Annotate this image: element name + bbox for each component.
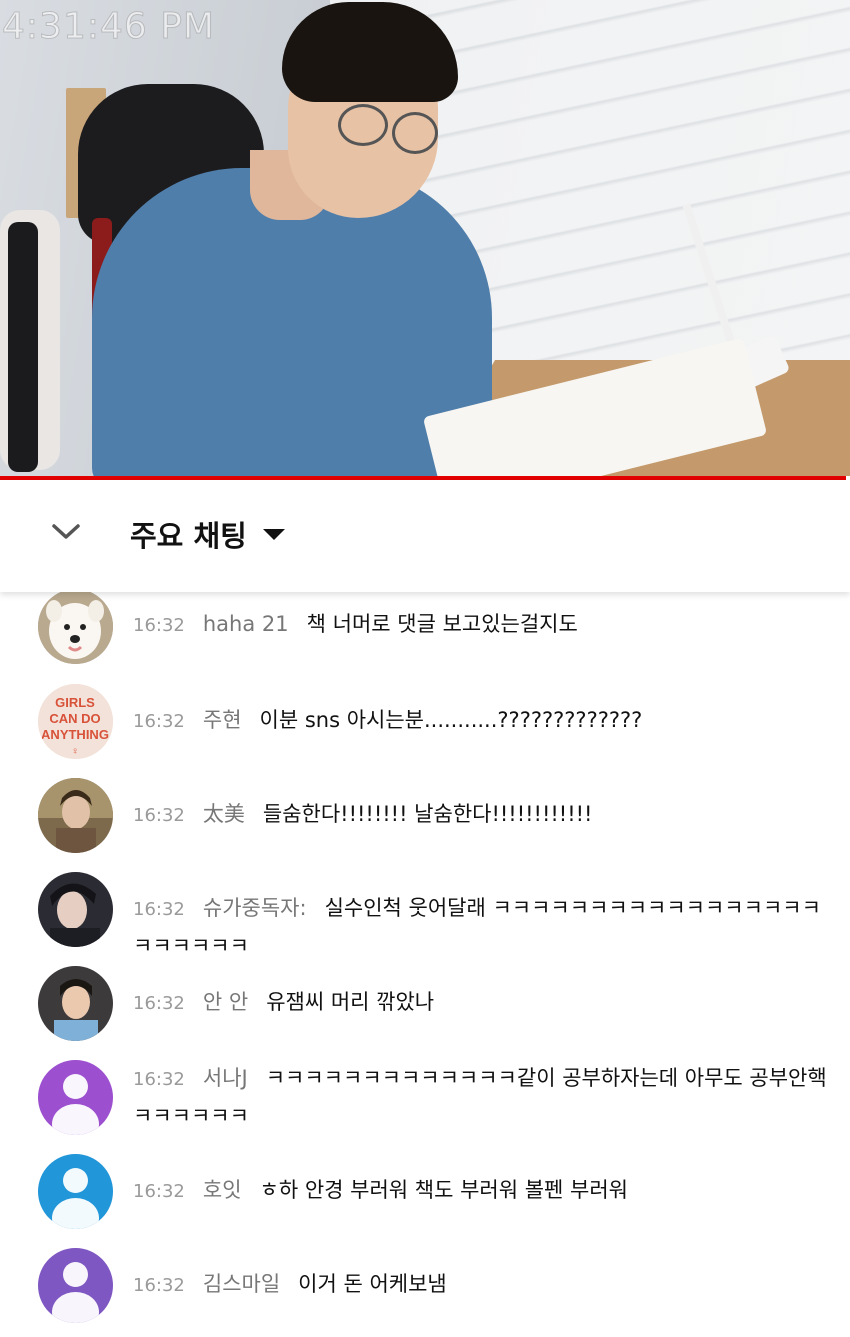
message-author[interactable]: 太美: [203, 802, 245, 826]
message-line: 16:32 서나J ㅋㅋㅋㅋㅋㅋㅋㅋㅋㅋㅋㅋㅋ같이 공부하자는데 아무도 공부안핵ㅋ…: [133, 1060, 830, 1135]
message-time: 16:32: [133, 993, 185, 1014]
message-text: ㅎ하 안경 부러워 책도 부러워 볼펜 부러워: [259, 1178, 629, 1202]
message-text: 이거 돈 어케보냄: [298, 1272, 447, 1296]
chair-arm: [8, 222, 38, 472]
message-line: 16:32 太美 들숨한다!!!!!!!! 날숨한다!!!!!!!!!!!!: [133, 796, 830, 834]
message-time: 16:32: [133, 1181, 185, 1202]
message-line: 16:32 주현 이분 sns 아시는분...........???????????…: [133, 702, 830, 740]
default-user-shoulders: [52, 1292, 99, 1323]
svg-text:GIRLS: GIRLS: [55, 695, 95, 710]
person-photo-icon: [38, 966, 113, 1041]
chat-message: GIRLS CAN DO ANYTHING ♀ 16:32 주현 이분 sns 아시…: [0, 684, 850, 778]
chat-title: 주요 채팅: [130, 519, 247, 553]
message-time: 16:32: [133, 899, 185, 920]
person-photo-icon: [38, 872, 113, 947]
avatar[interactable]: [38, 1060, 113, 1135]
chat-message: 16:32 太美 들숨한다!!!!!!!! 날숨한다!!!!!!!!!!!!: [0, 778, 850, 872]
message-author[interactable]: 김스마일: [203, 1272, 280, 1296]
default-user-icon: [63, 1262, 88, 1287]
person-photo-icon: [38, 778, 113, 853]
chat-header: 주요 채팅: [0, 480, 850, 592]
glasses-left-lens: [338, 104, 388, 146]
avatar[interactable]: [38, 1248, 113, 1323]
svg-text:ANYTHING: ANYTHING: [41, 727, 109, 742]
message-author[interactable]: 주현: [203, 708, 242, 732]
message-author[interactable]: 서나J: [203, 1066, 248, 1090]
message-text: 이분 sns 아시는분...........?????????????: [259, 708, 643, 732]
message-author[interactable]: 호잇: [203, 1178, 242, 1202]
message-author[interactable]: 안 안: [203, 990, 248, 1014]
glasses-right-lens: [392, 112, 438, 154]
message-time: 16:32: [133, 1069, 185, 1090]
caret-down-icon: [262, 528, 285, 540]
svg-text:CAN DO: CAN DO: [49, 711, 100, 726]
video-clock-overlay: 4:31:46 PM: [2, 6, 215, 48]
message-text: 책 너머로 댓글 보고있는걸지도: [306, 612, 578, 636]
default-user-shoulders: [52, 1198, 99, 1229]
message-line: 16:32 haha 21 책 너머로 댓글 보고있는걸지도: [133, 606, 830, 644]
chevron-down-icon: [52, 524, 80, 539]
avatar[interactable]: [38, 592, 113, 664]
avatar[interactable]: [38, 778, 113, 853]
girls-can-do-anything-logo: GIRLS CAN DO ANYTHING ♀: [38, 684, 113, 759]
default-user-icon: [63, 1074, 88, 1099]
message-text: 유잼씨 머리 깎았나: [266, 990, 435, 1014]
chat-message: 16:32 서나J ㅋㅋㅋㅋㅋㅋㅋㅋㅋㅋㅋㅋㅋ같이 공부하자는데 아무도 공부안핵ㅋ…: [0, 1060, 850, 1154]
avatar[interactable]: GIRLS CAN DO ANYTHING ♀: [38, 684, 113, 759]
default-user-shoulders: [52, 1104, 99, 1135]
default-user-icon: [63, 1168, 88, 1193]
message-text: 들숨한다!!!!!!!! 날숨한다!!!!!!!!!!!!: [262, 802, 593, 826]
chat-message: 16:32 슈가중독자: 실수인척 웃어달래 ㅋㅋㅋㅋㅋㅋㅋㅋㅋㅋㅋㅋㅋㅋㅋㅋㅋㅋㅋ…: [0, 872, 850, 966]
chat-message: 16:32 김스마일 이거 돈 어케보냄: [0, 1248, 850, 1337]
chat-message: 16:32 호잇 ㅎ하 안경 부러워 책도 부러워 볼펜 부러워: [0, 1154, 850, 1248]
chat-message-list[interactable]: 16:32 haha 21 책 너머로 댓글 보고있는걸지도 GIRLS CAN D…: [0, 592, 850, 1337]
samoyed-dog-icon: [38, 592, 113, 664]
collapse-chat-button[interactable]: [38, 502, 94, 558]
svg-text:♀: ♀: [71, 746, 79, 757]
message-author[interactable]: haha 21: [203, 612, 289, 636]
chat-message: 16:32 안 안 유잼씨 머리 깎았나: [0, 966, 850, 1060]
avatar[interactable]: [38, 1154, 113, 1229]
message-time: 16:32: [133, 615, 185, 636]
message-line: 16:32 슈가중독자: 실수인척 웃어달래 ㅋㅋㅋㅋㅋㅋㅋㅋㅋㅋㅋㅋㅋㅋㅋㅋㅋㅋㅋ…: [133, 890, 830, 965]
chat-mode-dropdown[interactable]: 주요 채팅: [130, 514, 285, 554]
message-time: 16:32: [133, 711, 185, 732]
message-line: 16:32 호잇 ㅎ하 안경 부러워 책도 부러워 볼펜 부러워: [133, 1172, 830, 1210]
video-player[interactable]: 4:31:46 PM: [0, 0, 850, 476]
avatar[interactable]: [38, 966, 113, 1041]
message-time: 16:32: [133, 805, 185, 826]
avatar[interactable]: [38, 872, 113, 947]
chat-message: 16:32 haha 21 책 너머로 댓글 보고있는걸지도: [0, 592, 850, 684]
message-line: 16:32 안 안 유잼씨 머리 깎았나: [133, 984, 830, 1022]
message-author[interactable]: 슈가중독자:: [203, 896, 307, 920]
message-line: 16:32 김스마일 이거 돈 어케보냄: [133, 1266, 830, 1304]
message-time: 16:32: [133, 1275, 185, 1296]
